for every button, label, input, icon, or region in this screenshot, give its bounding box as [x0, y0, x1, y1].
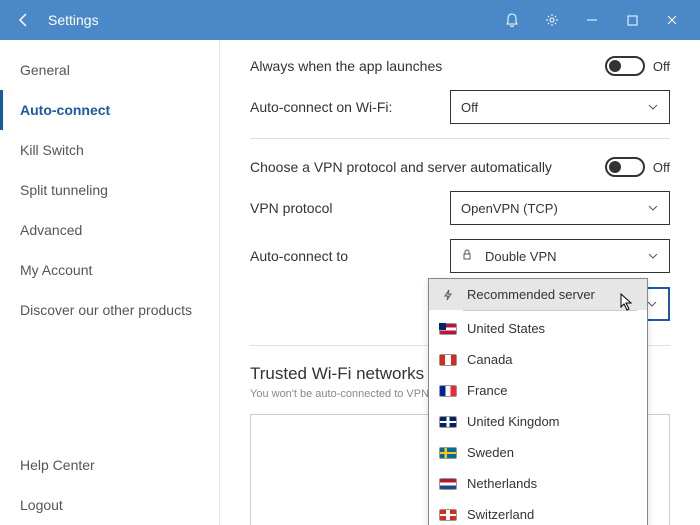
launch-toggle-state: Off: [653, 59, 670, 74]
chevron-down-icon: [647, 250, 659, 262]
wifi-select-value: Off: [461, 100, 647, 115]
arrow-left-icon: [16, 12, 32, 28]
sidebar-item-help[interactable]: Help Center: [0, 445, 219, 485]
dropdown-item-recommended[interactable]: Recommended server: [429, 279, 647, 310]
dropdown-item-country[interactable]: Canada: [429, 344, 647, 375]
flag-icon: [439, 415, 457, 429]
protocol-select[interactable]: OpenVPN (TCP): [450, 191, 670, 225]
dropdown-separator: [463, 310, 637, 311]
title-bar: Settings: [0, 0, 700, 40]
sidebar: General Auto-connect Kill Switch Split t…: [0, 40, 220, 525]
dropdown-item-label: Switzerland: [467, 507, 534, 522]
maximize-button[interactable]: [612, 4, 652, 36]
dropdown-item-label: Recommended server: [467, 287, 595, 302]
flag-icon: [439, 477, 457, 491]
bell-icon: [505, 13, 519, 27]
dropdown-item-label: Sweden: [467, 445, 514, 460]
minimize-button[interactable]: [572, 4, 612, 36]
autoconnect-select-value: Double VPN: [485, 249, 647, 264]
dropdown-item-country[interactable]: Sweden: [429, 437, 647, 468]
protocol-auto-label: Choose a VPN protocol and server automat…: [250, 159, 605, 175]
sidebar-item-advanced[interactable]: Advanced: [0, 210, 219, 250]
notification-button[interactable]: [492, 4, 532, 36]
flag-icon: [439, 508, 457, 522]
dropdown-item-label: United Kingdom: [467, 414, 560, 429]
sidebar-item-discover[interactable]: Discover our other products: [0, 290, 219, 330]
dropdown-item-country[interactable]: Netherlands: [429, 468, 647, 499]
dropdown-item-label: Canada: [467, 352, 513, 367]
back-button[interactable]: [8, 4, 40, 36]
sidebar-item-my-account[interactable]: My Account: [0, 250, 219, 290]
chevron-down-icon: [647, 202, 659, 214]
flag-icon: [439, 384, 457, 398]
sidebar-item-logout[interactable]: Logout: [0, 485, 219, 525]
window-title: Settings: [48, 12, 99, 28]
autoconnect-select[interactable]: Double VPN: [450, 239, 670, 273]
bolt-icon: [439, 288, 457, 302]
gear-icon: [545, 13, 559, 27]
autoconnect-label: Auto-connect to: [250, 248, 450, 264]
launch-label: Always when the app launches: [250, 58, 605, 74]
dropdown-item-label: United States: [467, 321, 545, 336]
close-icon: [666, 14, 678, 26]
dropdown-item-label: France: [467, 383, 507, 398]
launch-toggle[interactable]: [605, 56, 645, 76]
dropdown-item-country[interactable]: Switzerland: [429, 499, 647, 525]
dropdown-item-country[interactable]: United States: [429, 313, 647, 344]
maximize-icon: [627, 15, 638, 26]
sidebar-item-general[interactable]: General: [0, 50, 219, 90]
chevron-down-icon: [647, 101, 659, 113]
wifi-label: Auto-connect on Wi-Fi:: [250, 99, 450, 115]
sidebar-item-split-tunneling[interactable]: Split tunneling: [0, 170, 219, 210]
divider: [250, 138, 670, 139]
server-dropdown: Recommended server United States Canada Fr…: [428, 278, 648, 525]
protocol-auto-toggle[interactable]: [605, 157, 645, 177]
minimize-icon: [586, 14, 598, 26]
protocol-select-value: OpenVPN (TCP): [461, 201, 647, 216]
flag-icon: [439, 446, 457, 460]
sidebar-item-auto-connect[interactable]: Auto-connect: [0, 90, 219, 130]
close-button[interactable]: [652, 4, 692, 36]
wifi-select[interactable]: Off: [450, 90, 670, 124]
dropdown-item-label: Netherlands: [467, 476, 537, 491]
lock-icon: [461, 249, 477, 264]
flag-icon: [439, 322, 457, 336]
dropdown-item-country[interactable]: France: [429, 375, 647, 406]
protocol-auto-state: Off: [653, 160, 670, 175]
main-panel: Always when the app launches Off Auto-co…: [220, 40, 700, 525]
settings-gear-button[interactable]: [532, 4, 572, 36]
flag-icon: [439, 353, 457, 367]
sidebar-item-kill-switch[interactable]: Kill Switch: [0, 130, 219, 170]
dropdown-item-country[interactable]: United Kingdom: [429, 406, 647, 437]
protocol-label: VPN protocol: [250, 200, 450, 216]
